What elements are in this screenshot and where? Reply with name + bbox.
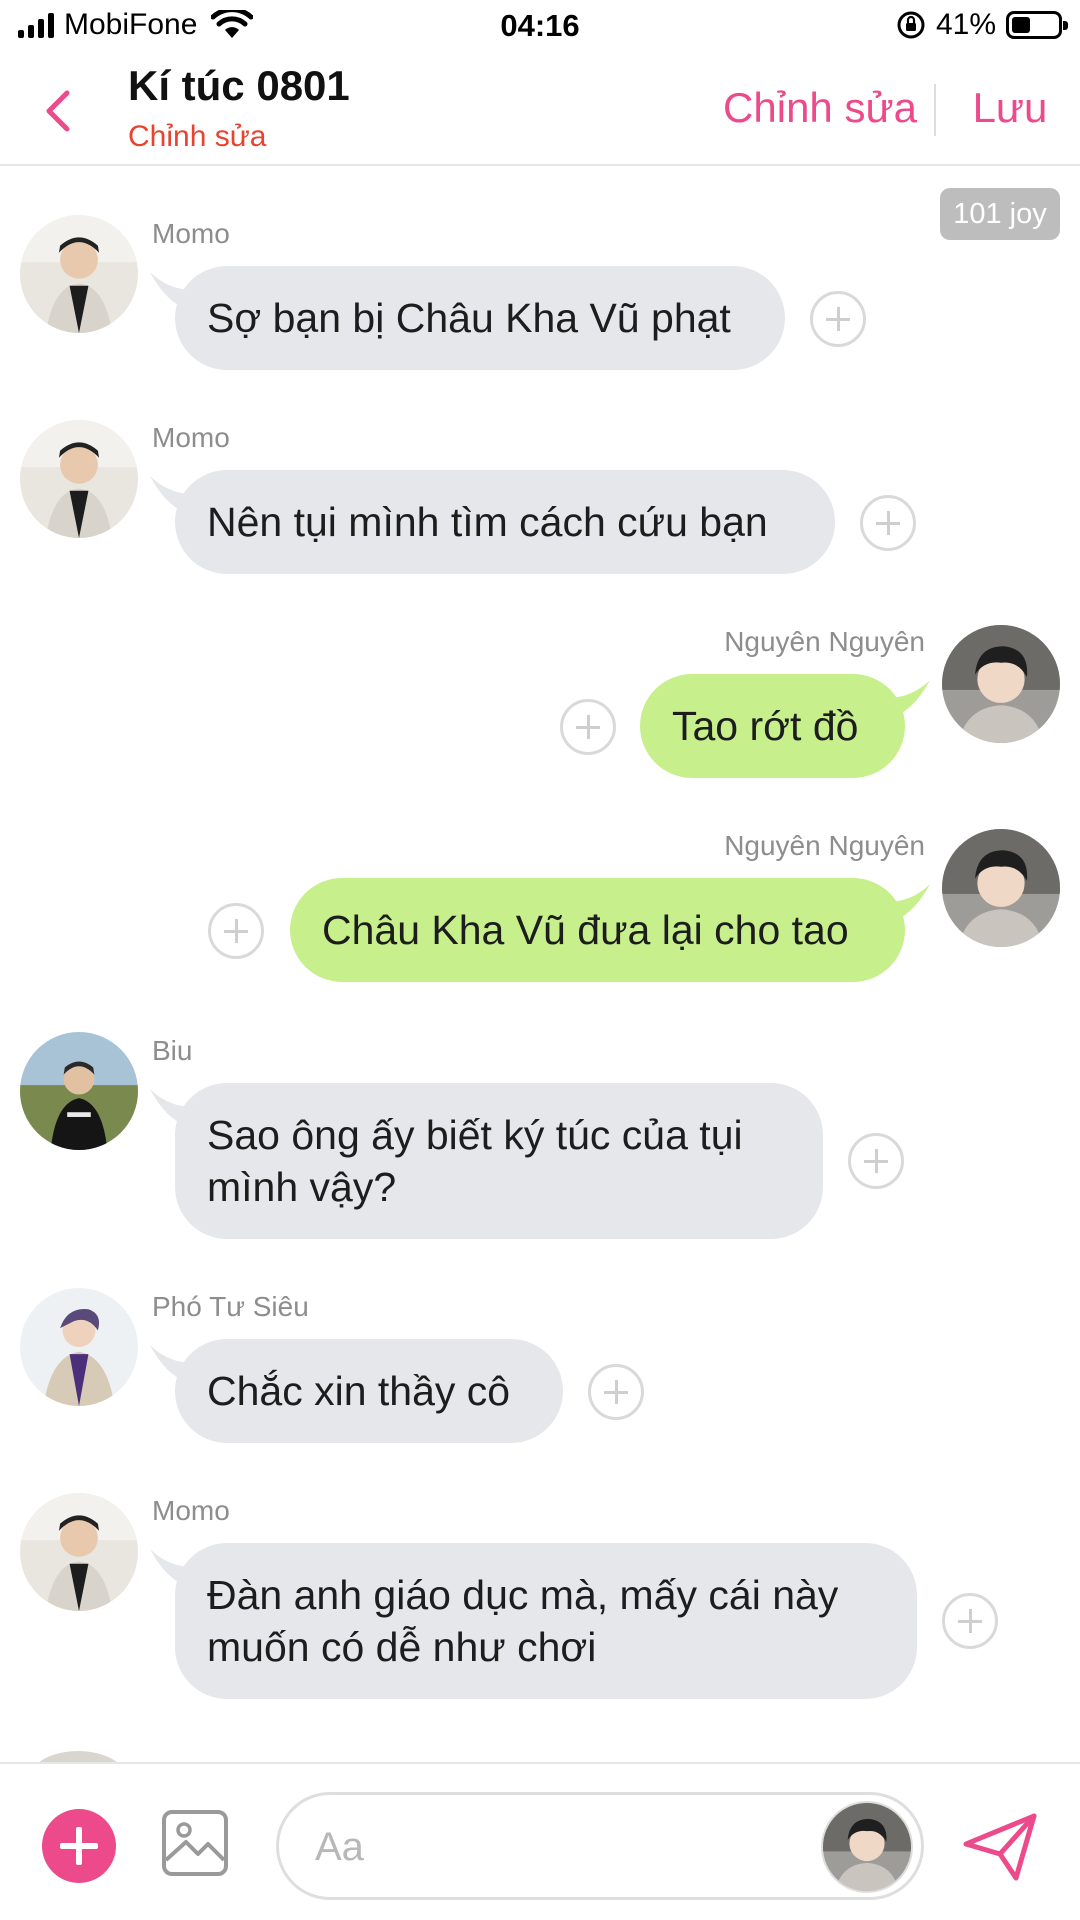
message-bubble[interactable]: Sao ông ấy biết ký túc của tụi mình vậy?	[175, 1083, 823, 1239]
edit-button[interactable]: Chỉnh sửa	[700, 84, 940, 132]
react-button[interactable]	[860, 495, 916, 551]
chat-title: Kí túc 0801	[128, 62, 350, 109]
add-button[interactable]	[42, 1809, 116, 1883]
battery-fill	[1012, 17, 1030, 33]
message-bubble[interactable]: Tao rớt đồ	[640, 674, 905, 778]
joy-badge: 101 joy	[940, 188, 1060, 240]
sender-name: Nguyên Nguyên	[724, 626, 925, 657]
header-divider	[934, 84, 936, 136]
avatar-momo[interactable]	[20, 420, 138, 538]
react-button[interactable]	[560, 699, 616, 755]
sender-name: Momo	[152, 422, 230, 453]
sender-name: Momo	[152, 218, 230, 249]
chevron-left-icon	[46, 90, 70, 132]
sender-name: Biu	[152, 1035, 193, 1066]
sender-name: Nguyên Nguyên	[724, 830, 925, 861]
message-bubble[interactable]: Sợ bạn bị Châu Kha Vũ phạt	[175, 266, 785, 370]
image-icon[interactable]	[160, 1808, 230, 1878]
chat-subtitle[interactable]: Chỉnh sửa	[128, 120, 267, 154]
save-button[interactable]: Lưu	[960, 84, 1060, 132]
react-button[interactable]	[208, 903, 264, 959]
avatar-momo[interactable]	[20, 215, 138, 333]
battery-percent: 41%	[935, 8, 996, 41]
chat-screen: MobiFone 04:16 41% Kí túc 0801 Chỉnh sửa…	[0, 0, 1080, 1920]
avatar-nguyen-nguyen[interactable]	[942, 829, 1060, 947]
paper-plane-icon[interactable]	[962, 1812, 1038, 1882]
avatar-biu[interactable]	[20, 1032, 138, 1150]
battery-icon	[1006, 11, 1068, 39]
sender-name: Momo	[152, 1495, 230, 1526]
avatar-momo[interactable]	[20, 1493, 138, 1611]
react-button[interactable]	[848, 1133, 904, 1189]
message-input-wrapper	[276, 1792, 924, 1900]
rotation-lock-icon	[897, 11, 925, 39]
message-bubble[interactable]: Chắc xin thầy cô	[175, 1339, 563, 1443]
react-button[interactable]	[588, 1364, 644, 1420]
react-button[interactable]	[942, 1593, 998, 1649]
message-input[interactable]	[315, 1817, 785, 1877]
message-bubble[interactable]: Nên tụi mình tìm cách cứu bạn	[175, 470, 835, 574]
avatar-nguyen-nguyen[interactable]	[942, 625, 1060, 743]
status-right: 41%	[896, 8, 1068, 42]
composer-bar	[0, 1762, 1080, 1920]
sender-name: Phó Tư Siêu	[152, 1291, 309, 1322]
persona-avatar[interactable]	[821, 1801, 913, 1893]
react-button[interactable]	[810, 291, 866, 347]
message-bubble[interactable]: Châu Kha Vũ đưa lại cho tao	[290, 878, 905, 982]
back-button[interactable]	[30, 76, 86, 146]
message-bubble[interactable]: Đàn anh giáo dục mà, mấy cái này muốn có…	[175, 1543, 917, 1699]
avatar-pho-tu-sieu[interactable]	[20, 1288, 138, 1406]
status-bar: MobiFone 04:16 41%	[0, 0, 1080, 56]
chat-header: Kí túc 0801 Chỉnh sửa Chỉnh sửa Lưu	[0, 56, 1080, 166]
